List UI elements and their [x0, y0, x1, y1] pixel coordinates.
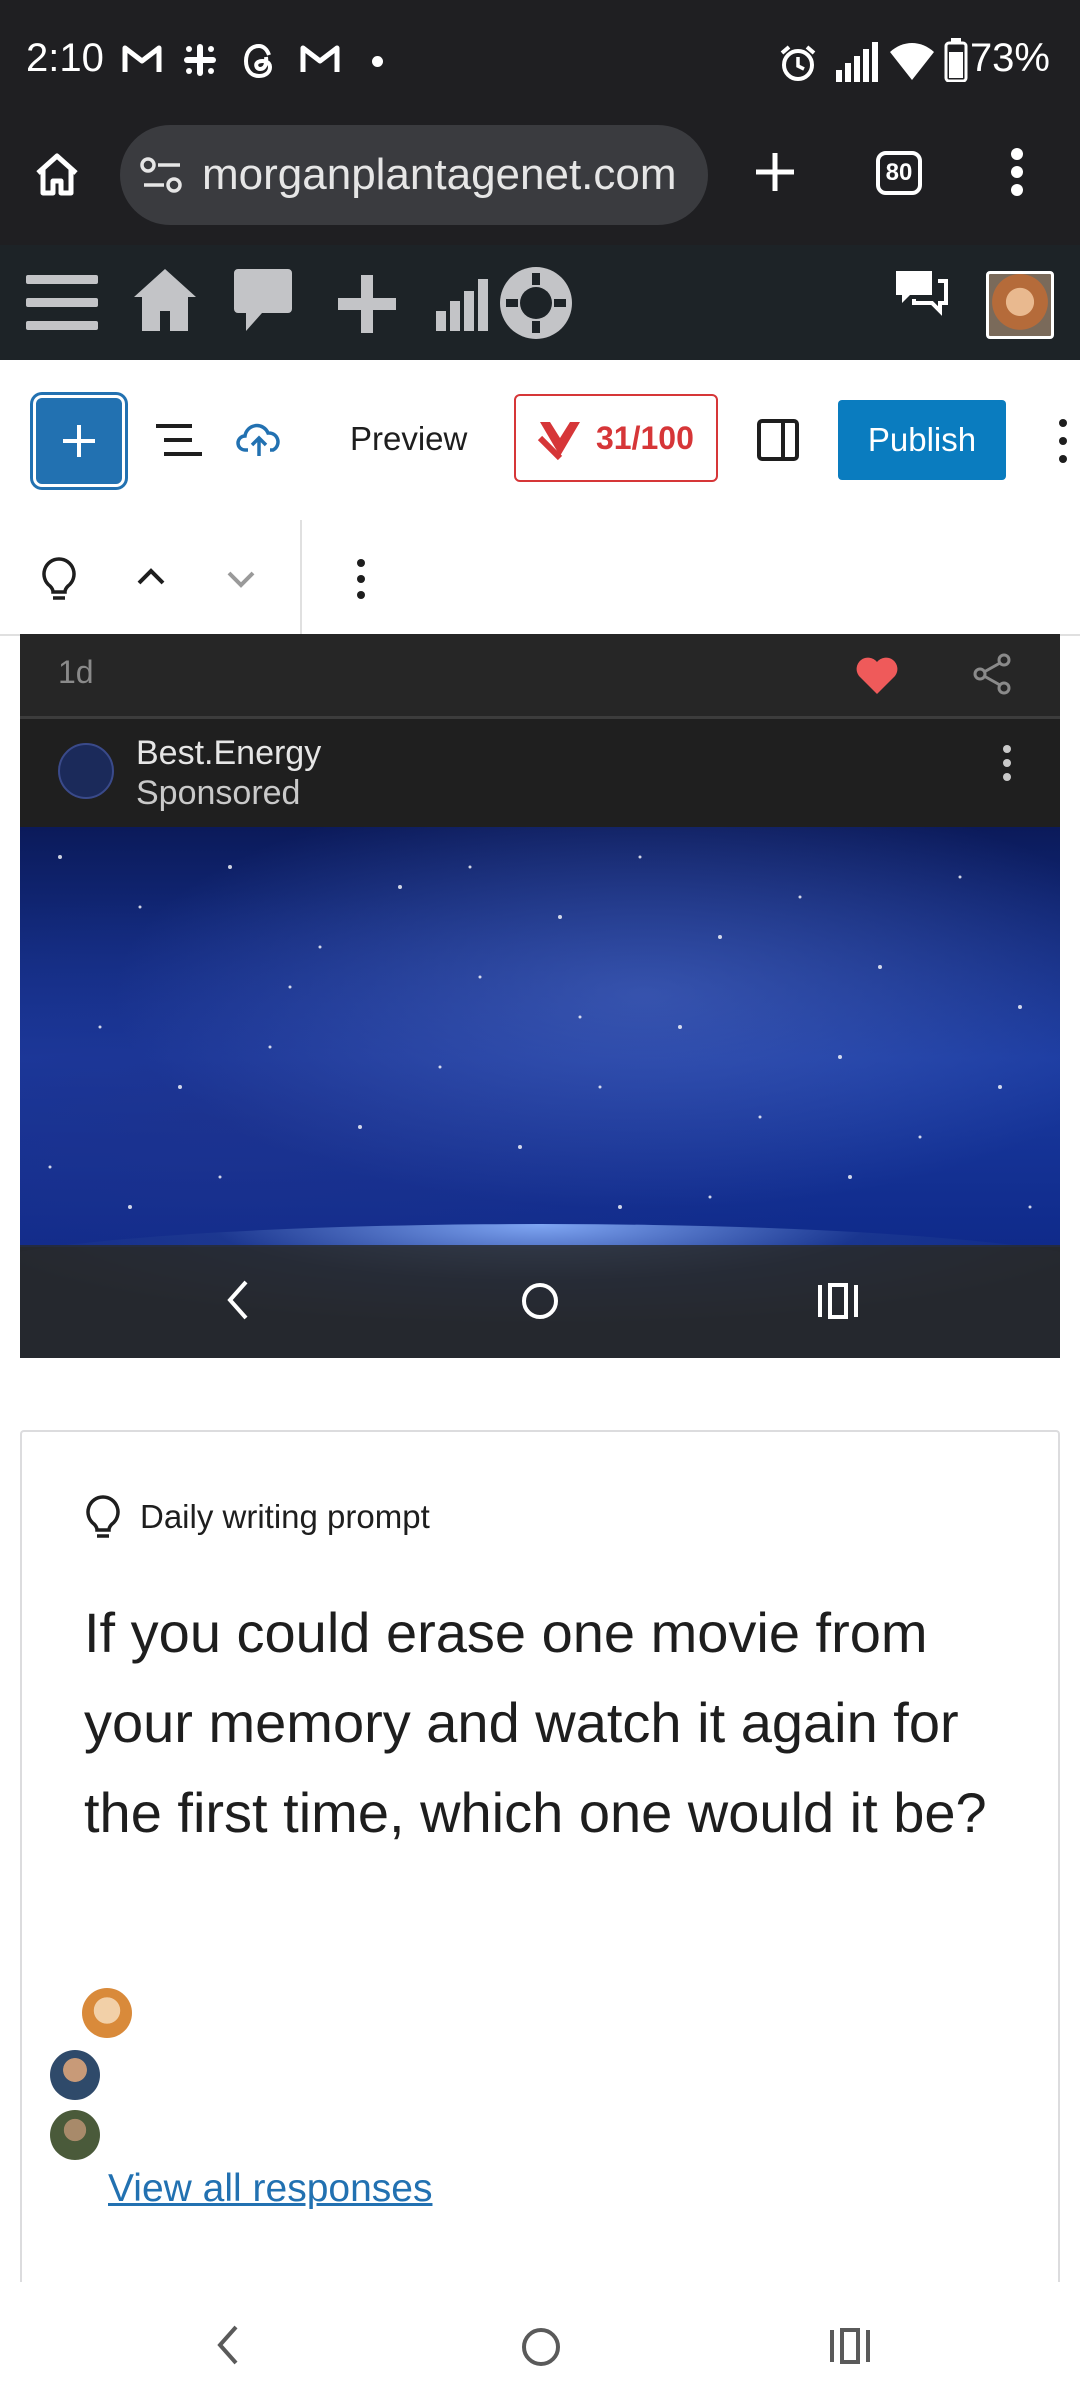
- settings-sidebar-icon[interactable]: [756, 418, 800, 462]
- tab-count-button[interactable]: 80: [876, 151, 922, 195]
- block-options-icon[interactable]: [356, 558, 366, 600]
- sponsor-tag: Sponsored: [136, 774, 301, 812]
- dot-icon: [372, 56, 383, 67]
- responder-avatar[interactable]: [82, 1988, 132, 2038]
- publish-button[interactable]: Publish: [838, 400, 1006, 480]
- prompt-label: Daily writing prompt: [140, 1498, 430, 1535]
- more-vert-icon: [1002, 743, 1012, 783]
- notifications-icon[interactable]: [892, 267, 950, 319]
- seo-score: 31/100: [596, 420, 694, 456]
- home-circle-icon: [520, 1281, 560, 1321]
- jetpack-icon[interactable]: [496, 263, 576, 343]
- browser-toolbar: morganplantagenet.com 80: [0, 123, 1080, 245]
- gmail-icon: [122, 44, 162, 74]
- embed-top-bar: 1d: [20, 634, 1060, 719]
- starfield-image: [20, 827, 1060, 1247]
- back-icon[interactable]: [216, 2324, 240, 2366]
- stars: [48, 855, 1032, 1209]
- recents-icon: [816, 1283, 860, 1319]
- lightbulb-icon[interactable]: [40, 556, 78, 604]
- new-tab-icon[interactable]: [752, 149, 798, 195]
- options-icon[interactable]: [1058, 418, 1068, 464]
- plus-icon: [63, 425, 95, 457]
- recents-icon[interactable]: [828, 2328, 872, 2364]
- signal-icon: [836, 42, 878, 82]
- status-bar: 2:10 73%: [0, 0, 1080, 123]
- more-vert-icon[interactable]: [1010, 147, 1024, 197]
- threads-icon: [242, 42, 278, 80]
- plus-icon[interactable]: [334, 271, 400, 337]
- url-bar[interactable]: morganplantagenet.com: [120, 125, 708, 225]
- embedded-screenshot[interactable]: 1d Best.Energy Sponsored: [20, 634, 1060, 1358]
- responder-avatar[interactable]: [50, 2050, 100, 2100]
- wp-admin-bar: [0, 245, 1080, 360]
- back-icon: [226, 1279, 250, 1321]
- time-ago: 1d: [58, 654, 94, 690]
- home-circle-icon[interactable]: [520, 2326, 562, 2368]
- battery-percent: 73%: [969, 36, 1050, 80]
- wifi-icon: [888, 40, 936, 82]
- embedded-nav-bar: [20, 1245, 1060, 1358]
- home-icon[interactable]: [32, 149, 82, 199]
- responder-avatar[interactable]: [50, 2110, 100, 2160]
- seo-score-button[interactable]: 31/100: [514, 394, 718, 482]
- heart-icon: [854, 654, 900, 696]
- menu-icon[interactable]: [26, 273, 98, 333]
- preview-button[interactable]: Preview: [350, 420, 467, 458]
- user-avatar[interactable]: [986, 271, 1054, 339]
- comment-icon[interactable]: [232, 267, 294, 333]
- alarm-icon: [778, 44, 818, 82]
- move-down-icon[interactable]: [226, 570, 256, 590]
- writing-prompt-card: Daily writing prompt If you could erase …: [20, 1430, 1060, 2330]
- document-overview-icon[interactable]: [156, 424, 202, 458]
- block-toolbar: [0, 520, 1080, 636]
- add-block-button[interactable]: [36, 398, 122, 484]
- view-all-responses-link[interactable]: View all responses: [108, 2167, 432, 2211]
- prompt-question: If you could erase one movie from your m…: [84, 1601, 987, 1844]
- yoast-icon: [537, 422, 580, 461]
- slack-icon: [182, 42, 218, 78]
- lightbulb-icon: [84, 1494, 122, 1542]
- cloud-upload-icon[interactable]: [236, 418, 282, 458]
- sponsor-logo-icon: [58, 743, 114, 799]
- editor-toolbar: Preview 31/100 Publish: [0, 360, 1080, 522]
- site-settings-icon[interactable]: [140, 155, 184, 195]
- system-nav-bar: [0, 2282, 1080, 2400]
- stats-icon[interactable]: [434, 277, 490, 331]
- status-time: 2:10: [26, 36, 104, 80]
- tab-count: 80: [885, 159, 913, 186]
- sponsor-name: Best.Energy: [136, 734, 322, 772]
- share-icon: [972, 652, 1012, 696]
- url-text: morganplantagenet.com: [202, 150, 677, 199]
- gmail-icon: [300, 44, 340, 74]
- battery-icon: [944, 38, 968, 82]
- home-icon[interactable]: [132, 265, 198, 335]
- move-up-icon[interactable]: [136, 566, 166, 586]
- toolbar-divider: [300, 520, 302, 634]
